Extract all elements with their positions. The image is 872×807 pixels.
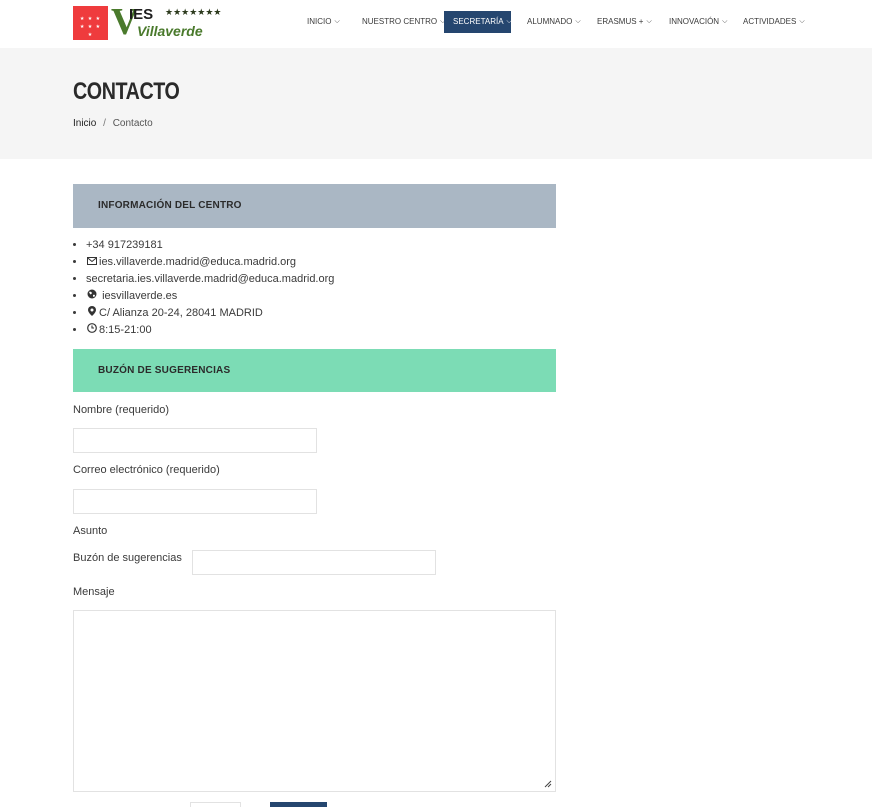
page-title-band: CONTACTO Inicio / Contacto (0, 48, 872, 159)
email-link[interactable]: ies.villaverde.madrid@educa.madrid.org (99, 256, 296, 268)
clock-icon (86, 322, 97, 339)
nav-item-nuestro-centro[interactable]: NUESTRO CENTRO ⌵ (362, 11, 445, 33)
site-header: ★ ★ ★ ★ ★ ★ ★ V IES ★★★★★★★ Villaverde I… (0, 0, 872, 48)
hours-text: 8:15-21:00 (99, 324, 152, 336)
page-title: CONTACTO (73, 78, 180, 105)
breadcrumb-separator: / (103, 118, 106, 129)
breadcrumb-home-link[interactable]: Inicio (73, 118, 96, 129)
address-text: C/ Alianza 20-24, 28041 MADRID (99, 307, 263, 319)
subject-input[interactable] (192, 550, 436, 575)
chevron-down-icon: ⌵ (646, 18, 652, 25)
resize-handle-icon[interactable] (543, 779, 552, 788)
flag-stars: ★ ★ ★ ★ ★ ★ ★ (79, 16, 102, 38)
envelope-icon (86, 254, 97, 271)
subject-field-label: Buzón de sugerencias (73, 552, 182, 564)
nav-item-erasmus[interactable]: ERASMUS + ⌵ (597, 11, 652, 33)
breadcrumb-current: Contacto (112, 118, 153, 129)
name-input[interactable] (73, 428, 317, 453)
ies-villaverde-logo[interactable]: V IES ★★★★★★★ Villaverde (111, 2, 221, 42)
chevron-down-icon: ⌵ (506, 18, 512, 25)
list-item: C/ Alianza 20-24, 28041 MADRID (86, 305, 334, 322)
email-label: Correo electrónico (requerido) (73, 464, 220, 476)
logo-villaverde-text: Villaverde (137, 23, 203, 39)
captcha-field[interactable] (190, 802, 241, 807)
email-input[interactable] (73, 489, 317, 514)
submit-button[interactable] (270, 802, 327, 807)
name-label: Nombre (requerido) (73, 404, 169, 416)
nav-item-alumnado[interactable]: ALUMNADO ⌵ (527, 11, 581, 33)
breadcrumb: Inicio / Contacto (73, 118, 153, 129)
nav-item-actividades[interactable]: ACTIVIDADES ⌵ (743, 11, 805, 33)
subject-label: Asunto (73, 525, 108, 537)
nav-item-innovacion[interactable]: INNOVACIÓN ⌵ (669, 11, 727, 33)
list-item: secretaria.ies.villaverde.madrid@educa.m… (86, 271, 334, 288)
nav-item-inicio[interactable]: INICIO ⌵ (307, 11, 340, 33)
chevron-down-icon: ⌵ (722, 18, 728, 25)
chevron-down-icon: ⌵ (334, 18, 340, 25)
logo-ies-text: IES (129, 6, 154, 23)
list-item: +34 917239181 (86, 237, 334, 254)
chevron-down-icon: ⌵ (799, 18, 805, 25)
contact-info-list: +34 917239181 ies.villaverde.madrid@educ… (86, 237, 334, 339)
list-item: 8:15-21:00 (86, 322, 334, 339)
website-link[interactable]: iesvillaverde.es (102, 290, 177, 302)
message-textarea[interactable] (73, 610, 556, 792)
map-marker-icon (86, 305, 97, 322)
message-label: Mensaje (73, 586, 115, 598)
secretaria-email-link[interactable]: secretaria.ies.villaverde.madrid@educa.m… (86, 273, 334, 285)
list-item: iesvillaverde.es (86, 288, 334, 305)
logo-stars: ★★★★★★★ (165, 7, 222, 17)
globe-icon (86, 288, 97, 305)
suggestions-section-heading: BUZÓN DE SUGERENCIAS (73, 349, 556, 392)
phone-text: +34 917239181 (86, 239, 163, 251)
list-item: ies.villaverde.madrid@educa.madrid.org (86, 254, 334, 271)
chevron-down-icon: ⌵ (575, 18, 581, 25)
info-section-heading: INFORMACIÓN DEL CENTRO (73, 184, 556, 228)
nav-item-secretaria[interactable]: SECRETARÍA ⌵ (444, 11, 512, 33)
comunidad-madrid-flag-logo[interactable]: ★ ★ ★ ★ ★ ★ ★ (73, 6, 108, 40)
